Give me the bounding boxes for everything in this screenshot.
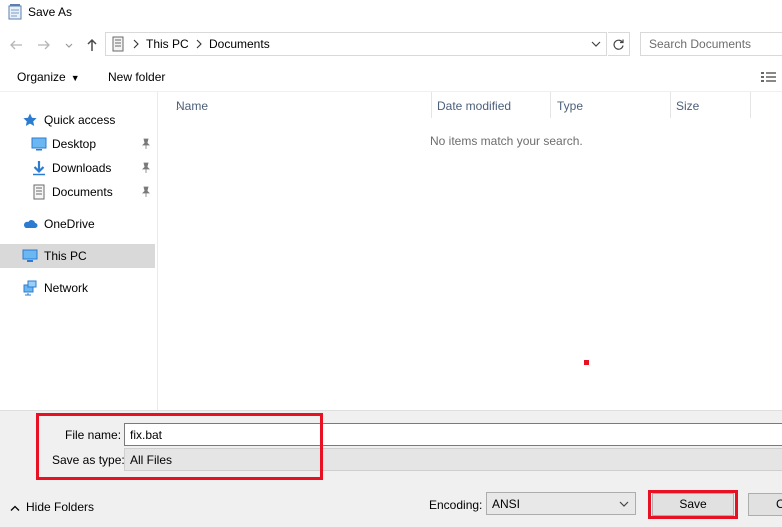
sidebar-item-network[interactable]: Network	[0, 276, 155, 300]
file-list: Name ︿ Date modified Type Size No items …	[158, 92, 782, 410]
new-folder-button[interactable]: New folder	[108, 70, 165, 84]
column-header-label: Type	[557, 99, 584, 113]
title-bar: Save As	[0, 0, 782, 28]
pin-icon[interactable]	[140, 162, 152, 174]
column-header-label: Size	[676, 99, 700, 113]
sidebar-item-label: Network	[44, 281, 89, 295]
breadcrumb-documents[interactable]: Documents	[209, 37, 270, 51]
desktop-icon	[31, 137, 47, 151]
save-form-panel: File name: Save as type: All Files Hide …	[0, 410, 782, 527]
cloud-icon	[23, 220, 38, 228]
hide-folders-button[interactable]: Hide Folders	[10, 500, 94, 514]
network-icon	[23, 280, 37, 296]
column-header-name[interactable]: Name ︿	[170, 92, 432, 118]
computer-icon	[112, 36, 124, 52]
sidebar-item-label: Quick access	[44, 113, 116, 127]
save-as-type-dropdown[interactable]: All Files	[124, 448, 782, 471]
document-icon	[33, 184, 45, 200]
chevron-right-icon[interactable]	[194, 37, 204, 51]
up-arrow-icon[interactable]	[84, 37, 100, 53]
command-toolbar: Organize ▼ New folder	[0, 62, 782, 92]
navigation-pane: Quick access Desktop Downloads Documents	[0, 92, 158, 410]
sidebar-item-label: Desktop	[52, 137, 97, 151]
search-input[interactable]	[640, 32, 782, 56]
file-name-input[interactable]	[124, 423, 782, 446]
save-button[interactable]: Save	[652, 493, 734, 516]
star-icon	[23, 113, 37, 126]
sidebar-item-quick-access[interactable]: Quick access	[0, 108, 155, 132]
chevron-right-icon[interactable]	[131, 37, 141, 51]
sort-ascending-icon: ︿	[176, 101, 186, 111]
column-header-size[interactable]: Size	[670, 92, 751, 118]
view-options-icon[interactable]	[760, 70, 778, 84]
download-icon	[33, 161, 45, 176]
encoding-label: Encoding:	[429, 498, 483, 512]
address-bar[interactable]: This PC Documents	[105, 32, 607, 56]
sidebar-item-label: OneDrive	[44, 217, 95, 231]
notepad-icon	[8, 4, 22, 20]
sidebar-item-desktop[interactable]: Desktop	[0, 132, 155, 156]
cursor-marker	[584, 360, 589, 365]
column-header-date-modified[interactable]: Date modified	[431, 92, 551, 118]
refresh-button[interactable]	[608, 32, 630, 56]
breadcrumb-this-pc[interactable]: This PC	[146, 37, 189, 51]
cancel-button[interactable]: Cancel	[748, 493, 782, 516]
pin-icon[interactable]	[140, 138, 152, 150]
encoding-value: ANSI	[492, 497, 521, 511]
save-as-type-label: Save as type:	[52, 453, 125, 467]
chevron-down-icon	[619, 501, 629, 507]
empty-message: No items match your search.	[430, 134, 583, 148]
encoding-dropdown[interactable]: ANSI	[486, 492, 636, 515]
navigation-bar: This PC Documents	[0, 28, 782, 62]
forward-arrow-icon[interactable]	[36, 37, 52, 53]
sidebar-item-label: Downloads	[52, 161, 112, 175]
hide-folders-label: Hide Folders	[26, 500, 95, 514]
pin-icon[interactable]	[140, 186, 152, 198]
file-name-label: File name:	[65, 428, 122, 442]
recent-locations-chevron-icon[interactable]	[63, 37, 75, 53]
sidebar-item-label: This PC	[44, 249, 87, 263]
sidebar-item-this-pc[interactable]: This PC	[0, 244, 155, 268]
chevron-up-icon	[10, 505, 20, 511]
caret-down-icon: ▼	[70, 73, 80, 83]
column-header-type[interactable]: Type	[551, 92, 671, 118]
sidebar-item-label: Documents	[52, 185, 113, 199]
column-header-label: Date modified	[437, 99, 512, 113]
address-dropdown-chevron-icon[interactable]	[590, 37, 602, 51]
sidebar-item-onedrive[interactable]: OneDrive	[0, 212, 155, 236]
refresh-icon	[613, 39, 624, 50]
sidebar-item-documents[interactable]: Documents	[0, 180, 155, 204]
back-arrow-icon[interactable]	[8, 37, 24, 53]
organize-menu[interactable]: Organize ▼	[17, 70, 80, 84]
sidebar-item-downloads[interactable]: Downloads	[0, 156, 155, 180]
organize-label: Organize	[17, 70, 66, 84]
window-title: Save As	[28, 5, 73, 19]
computer-icon	[22, 249, 38, 262]
